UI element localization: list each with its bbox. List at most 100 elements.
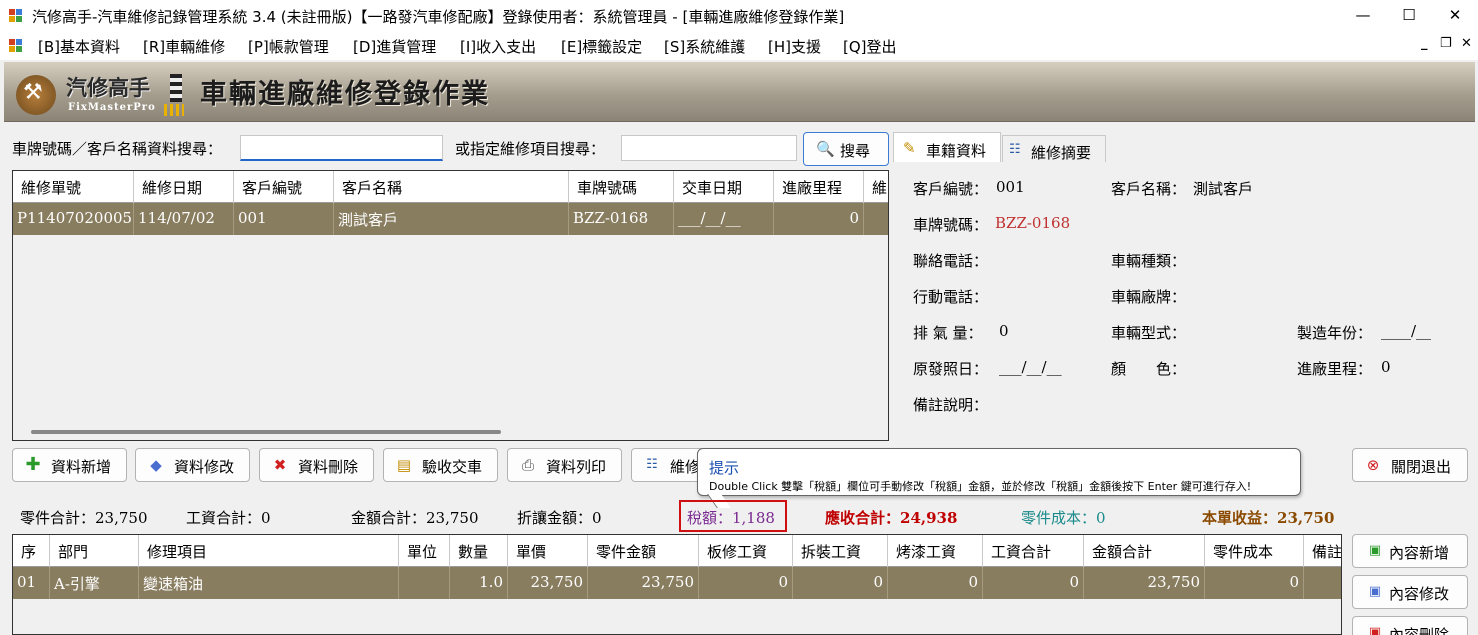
tax-highlight-box: [679, 500, 787, 532]
maximize-button[interactable]: ☐: [1386, 0, 1432, 32]
menu-logout[interactable]: [Q]登出: [843, 36, 897, 57]
column-header[interactable]: 維修單號: [13, 171, 134, 203]
tooltip-title: 提示: [709, 459, 740, 477]
plate-search-label: 車牌號碼／客戶名稱資料搜尋：: [12, 140, 223, 158]
column-header[interactable]: 備註: [1304, 535, 1341, 567]
add-document-icon: ▣: [1368, 543, 1382, 558]
column-header[interactable]: 單位: [399, 535, 450, 567]
list-icon: ☷: [1009, 142, 1021, 157]
column-header[interactable]: 維: [864, 171, 888, 203]
menu-vehicle-repair[interactable]: [R]車輛維修: [143, 36, 225, 57]
minimize-button[interactable]: —: [1340, 0, 1386, 32]
table-cell: [399, 567, 450, 599]
customer-no-label: 客戶編號：: [913, 180, 989, 198]
discount-amount: 折讓金額：0: [517, 509, 602, 527]
customer-name-label: 客戶名稱：: [1111, 180, 1187, 198]
column-header[interactable]: 維修日期: [134, 171, 234, 203]
mileage-value: 0: [1381, 358, 1391, 376]
displacement-label: 排 氣 量：: [913, 324, 983, 342]
edit-item-button[interactable]: ▣ 內容修改: [1352, 575, 1468, 609]
table-cell: [1304, 567, 1341, 599]
parts-total: 零件合計：23,750: [20, 509, 148, 527]
horizontal-scrollbar[interactable]: [31, 430, 501, 434]
customer-no-value: 001: [996, 178, 1025, 196]
tooltip-body: Double Click 雙擊「稅額」欄位可手動修改「稅額」金額，並於修改「稅額…: [709, 480, 1252, 493]
item-search-label: 或指定維修項目搜尋：: [455, 140, 606, 158]
column-header[interactable]: 工資合計: [983, 535, 1084, 567]
column-header[interactable]: 零件金額: [588, 535, 699, 567]
column-header[interactable]: 板修工資: [699, 535, 793, 567]
menu-purchase[interactable]: [D]進貨管理: [353, 36, 436, 57]
menu-bar: [B]基本資料 [R]車輛維修 [P]帳款管理 [D]進貨管理 [I]收入支出 …: [0, 32, 1478, 60]
column-header[interactable]: 序: [13, 535, 50, 567]
orders-grid[interactable]: 維修單號 維修日期 客戶編號 客戶名稱 車牌號碼 交車日期 進廠里程 維 P11…: [12, 170, 889, 441]
menu-system[interactable]: [S]系統維護: [664, 36, 745, 57]
column-header[interactable]: 單價: [508, 535, 588, 567]
menu-accounts[interactable]: [P]帳款管理: [248, 36, 329, 57]
table-cell: 114/07/02: [134, 203, 234, 235]
table-cell: 測試客戶: [334, 203, 569, 235]
column-header[interactable]: 車牌號碼: [569, 171, 674, 203]
repair-items-grid[interactable]: 序 部門 修理項目 單位 數量 單價 零件金額 板修工資 拆裝工資 烤漆工資 工…: [12, 534, 1342, 635]
edit-document-icon: ▣: [1368, 584, 1382, 599]
print-record-button[interactable]: ⎙ 資料列印: [507, 448, 622, 482]
tab-vehicle-data[interactable]: ✎ 車籍資料: [893, 132, 1001, 162]
close-window-button[interactable]: ✕: [1432, 0, 1478, 32]
column-header[interactable]: 零件成本: [1205, 535, 1304, 567]
vehicle-detail-panel: 客戶編號： 001 客戶名稱： 測試客戶 車牌號碼： BZZ-0168 聯絡電話…: [893, 162, 1468, 441]
table-cell: 23,750: [588, 567, 699, 599]
parts-cost: 零件成本：0: [1021, 509, 1106, 527]
table-row[interactable]: 01 A-引擎 變速箱油 1.0 23,750 23,750 0 0 0 0 2…: [13, 567, 1341, 599]
item-search-input[interactable]: [621, 135, 797, 161]
mdi-minimize-button[interactable]: _: [1421, 36, 1428, 51]
table-cell: 0: [1205, 567, 1304, 599]
delete-item-button[interactable]: ▣ 內容刪除: [1352, 616, 1468, 635]
table-cell: [864, 203, 888, 235]
column-header[interactable]: 烤漆工資: [888, 535, 983, 567]
menu-label-settings[interactable]: [E]標籤設定: [561, 36, 642, 57]
deliver-vehicle-button[interactable]: ▤ 驗收交車: [383, 448, 498, 482]
search-icon: 🔍: [816, 140, 835, 158]
add-record-button[interactable]: ✚ 資料新增: [12, 448, 127, 482]
column-header[interactable]: 客戶名稱: [334, 171, 569, 203]
pencil-icon: ✎: [903, 139, 916, 157]
column-header[interactable]: 金額合計: [1084, 535, 1205, 567]
mdi-close-button[interactable]: ✕: [1461, 36, 1472, 51]
tab-repair-summary[interactable]: ☷ 維修摘要: [1002, 135, 1106, 165]
table-cell: 01: [13, 567, 50, 599]
close-exit-button[interactable]: ⊗ 關閉退出: [1352, 448, 1468, 482]
receivable-total: 應收合計：24,938: [825, 509, 958, 527]
table-cell: 23,750: [1084, 567, 1205, 599]
tax-hint-tooltip: 提示 Double Click 雙擊「稅額」欄位可手動修改「稅額」金額，並於修改…: [697, 448, 1301, 496]
column-header[interactable]: 部門: [50, 535, 139, 567]
phone-label: 聯絡電話：: [913, 252, 989, 270]
menu-support[interactable]: [H]支援: [768, 36, 821, 57]
column-header[interactable]: 修理項目: [139, 535, 399, 567]
close-circle-icon: ⊗: [1366, 456, 1380, 474]
wrench-logo-icon: ⚒: [16, 75, 56, 115]
column-header[interactable]: 交車日期: [674, 171, 774, 203]
plate-search-input[interactable]: [240, 135, 443, 161]
search-button[interactable]: 🔍 搜尋: [803, 132, 889, 166]
checkered-flag-icon: [170, 74, 182, 102]
brand-label: 車輛廠牌：: [1111, 288, 1187, 306]
column-header[interactable]: 數量: [450, 535, 508, 567]
menu-income-expense[interactable]: [I]收入支出: [460, 36, 536, 57]
edit-record-button[interactable]: ◆ 資料修改: [135, 448, 250, 482]
mdi-restore-button[interactable]: ❐: [1440, 36, 1452, 51]
delete-record-button[interactable]: ✖ 資料刪除: [259, 448, 374, 482]
color-label: 顏 色：: [1111, 360, 1187, 378]
column-header[interactable]: 進廠里程: [774, 171, 864, 203]
labor-total: 工資合計：0: [186, 509, 271, 527]
amount-total: 金額合計：23,750: [351, 509, 479, 527]
column-header[interactable]: 客戶編號: [234, 171, 334, 203]
mdi-child-icon: [9, 39, 23, 53]
table-cell: 0: [983, 567, 1084, 599]
table-row[interactable]: P11407020005 114/07/02 001 測試客戶 BZZ-0168…: [13, 203, 888, 235]
add-item-button[interactable]: ▣ 內容新增: [1352, 534, 1468, 568]
delete-document-icon: ▣: [1368, 625, 1382, 635]
menu-basic-data[interactable]: [B]基本資料: [38, 36, 120, 57]
table-cell: ___/__/__: [674, 203, 774, 235]
column-header[interactable]: 拆裝工資: [793, 535, 888, 567]
logo-name: 汽修高手: [66, 75, 150, 100]
